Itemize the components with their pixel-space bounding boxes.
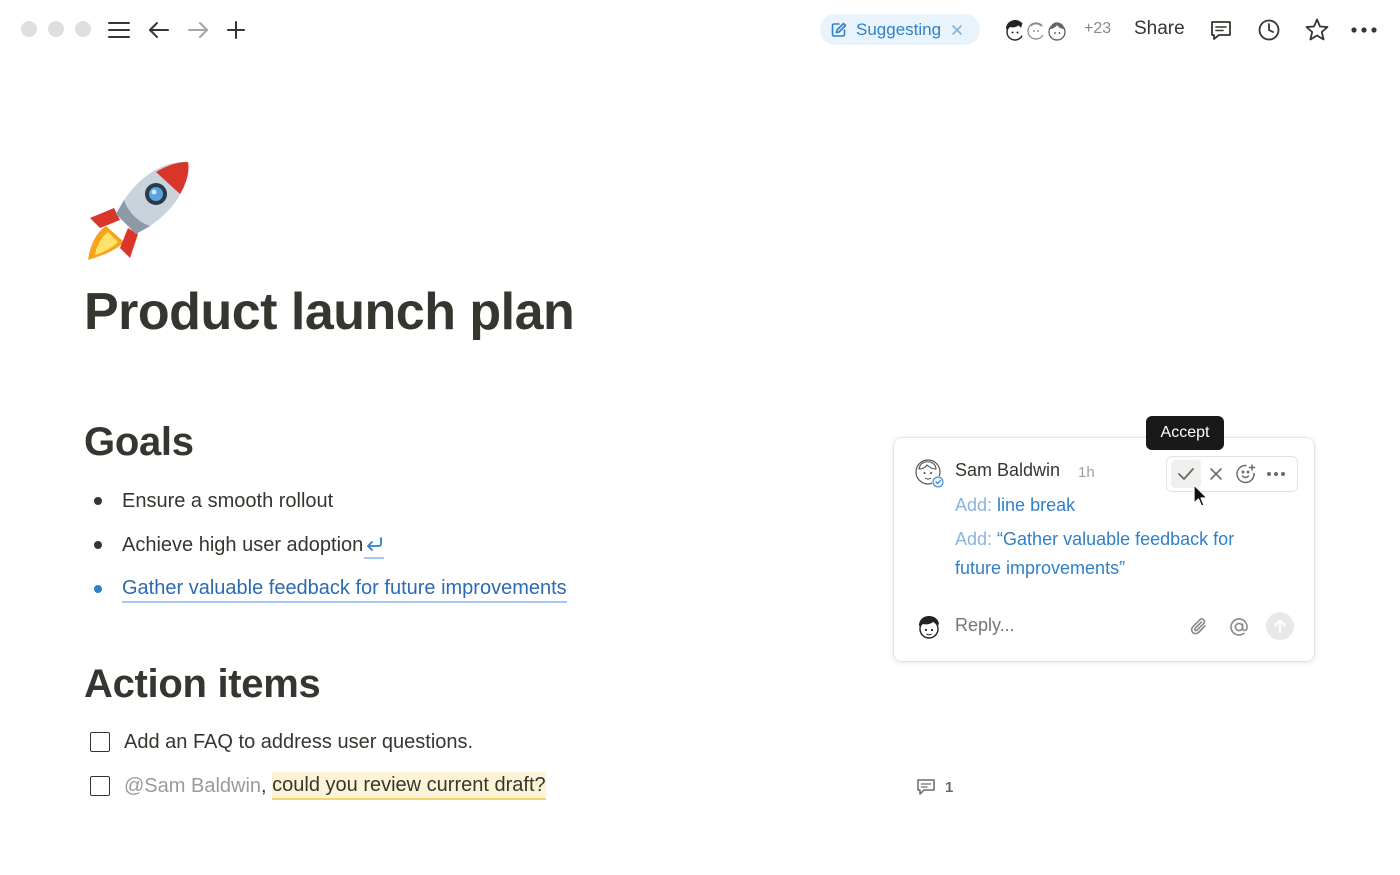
bullet-text: Ensure a smooth rollout bbox=[122, 489, 334, 512]
star-icon[interactable] bbox=[1301, 14, 1333, 46]
heading-goals[interactable]: Goals bbox=[84, 420, 194, 465]
change-keyword: Add: bbox=[955, 495, 993, 515]
change-keyword: Add: bbox=[955, 529, 993, 549]
bullet-dot bbox=[94, 541, 102, 549]
comment-indicator[interactable]: 1 bbox=[916, 778, 953, 796]
forward-arrow-icon[interactable] bbox=[182, 14, 214, 46]
avatar bbox=[1042, 15, 1072, 45]
change-content: line break bbox=[997, 495, 1076, 515]
bullet-dot bbox=[94, 497, 102, 505]
suggest-edit-icon bbox=[830, 21, 848, 39]
suggesting-label: Suggesting bbox=[856, 19, 942, 39]
bullet-dot bbox=[94, 585, 102, 593]
list-item[interactable]: Achieve high user adoption bbox=[94, 531, 385, 559]
more-dots-icon[interactable] bbox=[1261, 460, 1291, 488]
todo-item[interactable]: @Sam Baldwin, could you review current d… bbox=[90, 771, 546, 801]
todo-item[interactable]: Add an FAQ to address user questions. bbox=[90, 727, 473, 757]
avatar bbox=[914, 612, 944, 642]
list-item-suggested[interactable]: Gather valuable feedback for future impr… bbox=[94, 575, 567, 603]
mention-separator: , bbox=[261, 774, 273, 797]
page-title[interactable]: Product launch plan bbox=[84, 282, 575, 342]
list-item[interactable]: Ensure a smooth rollout bbox=[94, 487, 333, 515]
history-clock-icon[interactable] bbox=[1253, 14, 1285, 46]
suggestion-action-bar bbox=[1166, 456, 1298, 492]
plus-icon[interactable] bbox=[220, 14, 252, 46]
comment-bubble-icon bbox=[916, 778, 936, 796]
todo-checkbox[interactable] bbox=[90, 776, 110, 796]
suggesting-mode-pill[interactable]: Suggesting bbox=[820, 14, 980, 45]
send-arrow-icon[interactable] bbox=[1266, 612, 1294, 640]
rocket-icon[interactable] bbox=[84, 156, 196, 264]
avatar bbox=[912, 456, 946, 490]
suggested-insertion-text: Gather valuable feedback for future impr… bbox=[122, 575, 567, 603]
window-close-dot[interactable] bbox=[21, 21, 37, 37]
accept-tooltip: Accept bbox=[1146, 416, 1224, 450]
todo-checkbox[interactable] bbox=[90, 732, 110, 752]
add-reaction-icon[interactable] bbox=[1231, 460, 1261, 488]
more-dots-icon[interactable] bbox=[1348, 14, 1380, 46]
reply-input[interactable] bbox=[955, 615, 1165, 636]
window-zoom-dot[interactable] bbox=[75, 21, 91, 37]
collaborator-avatars[interactable] bbox=[1000, 14, 1072, 46]
collaborator-overflow-count[interactable]: +23 bbox=[1084, 20, 1111, 38]
commented-text[interactable]: could you review current draft? bbox=[272, 772, 546, 800]
suggested-change[interactable]: Add: line break bbox=[955, 491, 1285, 520]
close-icon[interactable] bbox=[951, 24, 963, 36]
sidebar-toggle-icon[interactable] bbox=[103, 14, 135, 46]
change-content: “Gather valuable feedback for future imp… bbox=[955, 529, 1235, 578]
back-arrow-icon[interactable] bbox=[143, 14, 175, 46]
heading-action-items[interactable]: Action items bbox=[84, 662, 321, 707]
todo-text: Add an FAQ to address user questions. bbox=[124, 730, 474, 753]
attach-icon[interactable] bbox=[1184, 612, 1214, 642]
comment-author[interactable]: Sam Baldwin bbox=[955, 460, 1060, 481]
comment-count: 1 bbox=[945, 778, 954, 796]
comment-timestamp: 1h bbox=[1078, 464, 1095, 481]
at-mention-icon[interactable] bbox=[1224, 612, 1254, 642]
window-minimize-dot[interactable] bbox=[48, 21, 64, 37]
comments-icon[interactable] bbox=[1205, 14, 1237, 46]
line-break-icon bbox=[364, 531, 385, 559]
user-mention[interactable]: @Sam Baldwin bbox=[124, 775, 261, 798]
suggested-change[interactable]: Add: “Gather valuable feedback for futur… bbox=[955, 525, 1285, 583]
share-button[interactable]: Share bbox=[1134, 18, 1185, 40]
bullet-text: Achieve high user adoption bbox=[122, 533, 364, 556]
